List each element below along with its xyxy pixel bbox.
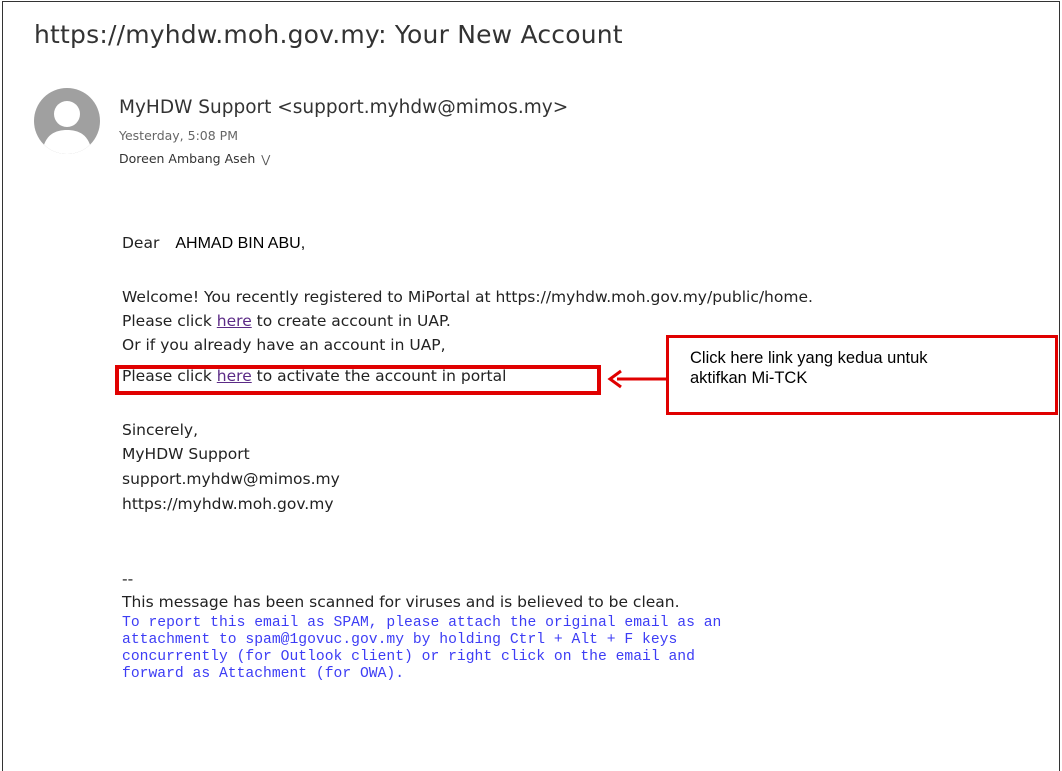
arrow-left-icon: [607, 369, 667, 389]
create-account-prefix: Please click: [122, 312, 217, 330]
create-account-link[interactable]: here: [217, 312, 252, 330]
greeting-line: Dear AHMAD BIN ABU,: [122, 234, 305, 253]
recipient-name: Doreen Ambang Aseh: [119, 151, 256, 166]
sign-off: Sincerely,: [122, 421, 199, 439]
spam-notice: To report this email as SPAM, please att…: [122, 615, 722, 682]
existing-account-line: Or if you already have an account in UAP…: [122, 336, 446, 354]
annotation-callout: Click here link yang kedua untuk aktifka…: [666, 335, 1058, 415]
recipient-full-name: AHMAD BIN ABU,: [175, 235, 306, 252]
callout-text-line-2: aktifkan Mi-TCK: [690, 369, 808, 387]
signature-url: https://myhdw.moh.gov.my: [122, 495, 334, 513]
signature-email: support.myhdw@mimos.my: [122, 470, 340, 488]
sender: MyHDW Support <support.myhdw@mimos.my>: [119, 97, 569, 118]
double-chevron-down-icon[interactable]: ⋁: [261, 153, 270, 166]
avatar: [34, 88, 100, 154]
create-account-line: Please click here to create account in U…: [122, 312, 451, 330]
email-subject: https://myhdw.moh.gov.my: Your New Accou…: [34, 20, 623, 49]
create-account-suffix: to create account in UAP.: [251, 312, 451, 330]
greeting: Dear: [122, 234, 160, 252]
highlight-box: [115, 365, 601, 395]
separator: --: [122, 570, 134, 588]
timestamp: Yesterday, 5:08 PM: [119, 128, 238, 143]
callout-text-line-1: Click here link yang kedua untuk: [690, 349, 928, 367]
recipient[interactable]: Doreen Ambang Aseh ⋁: [119, 151, 270, 166]
user-icon: [42, 101, 92, 154]
scan-notice: This message has been scanned for viruse…: [122, 593, 680, 611]
signature-name: MyHDW Support: [122, 445, 250, 463]
welcome-line: Welcome! You recently registered to MiPo…: [122, 288, 813, 306]
